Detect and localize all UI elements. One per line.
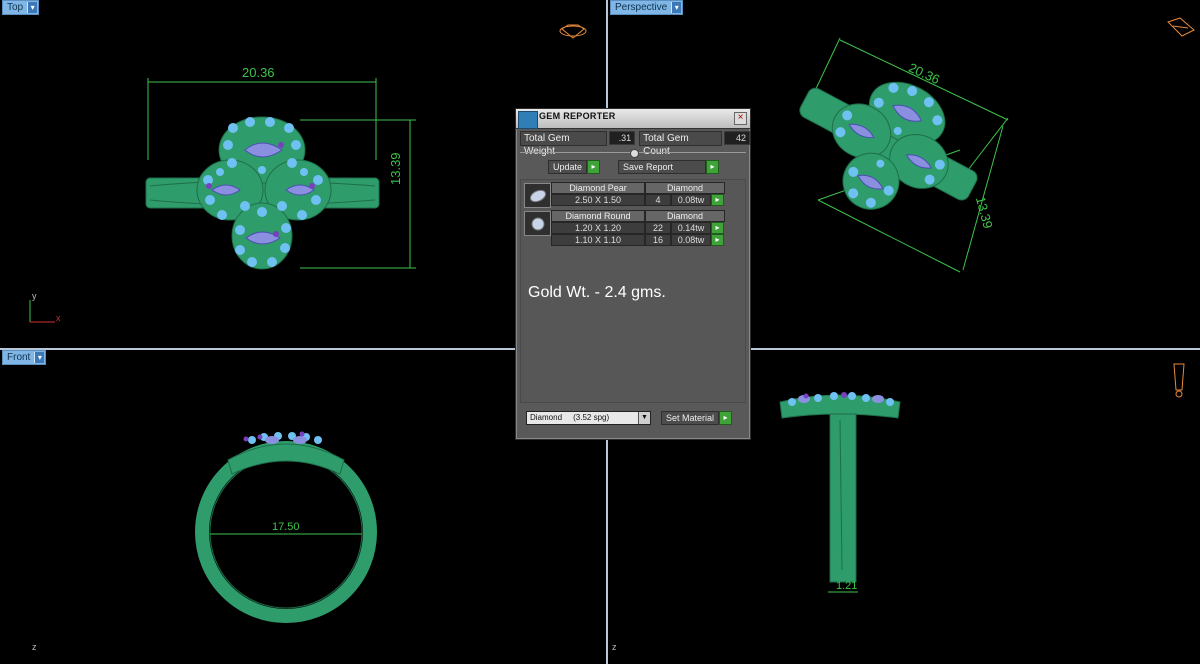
material-select-value: Diamond (3.52 spg) [530, 413, 610, 422]
axis-x-label: x [56, 313, 61, 323]
total-weight-value: .31 [609, 131, 636, 145]
size-slider[interactable] [520, 149, 746, 158]
axis-y-label: y [32, 291, 37, 301]
dim-width-label: 20.36 [242, 65, 275, 80]
gem-reporter-logo-icon [518, 111, 538, 129]
gem-count: 16 [645, 234, 671, 246]
round-gem-icon [524, 211, 551, 236]
close-icon[interactable]: × [734, 112, 747, 125]
gem-row: 1.10 X 1.10 16 0.08tw ▸ [551, 234, 724, 246]
gem-size: 2.50 X 1.50 [551, 194, 645, 206]
gold-weight-note: Gold Wt. - 2.4 gms. [528, 284, 666, 301]
gem-shape: Diamond Round [551, 210, 645, 222]
gem-row-go-icon[interactable]: ▸ [711, 222, 724, 234]
view-cube-icon [1167, 17, 1195, 37]
slider-handle[interactable] [630, 149, 639, 158]
total-count-value: 42 [724, 131, 750, 145]
chevron-down-icon[interactable]: ▼ [638, 412, 650, 424]
axis-indicator [29, 300, 55, 323]
set-material-button[interactable]: Set Material [661, 411, 720, 425]
ring-perspective [799, 81, 978, 210]
gem-weight: 0.14tw [671, 222, 711, 234]
gem-row-go-icon[interactable]: ▸ [711, 234, 724, 246]
dim-inner-label: 17.50 [272, 521, 300, 533]
gem-count: 4 [645, 194, 671, 206]
panel-title: GEM REPORTER [539, 111, 616, 121]
save-report-go-icon[interactable]: ▸ [706, 159, 719, 174]
gem-weight: 0.08tw [671, 234, 711, 246]
view-cube-icon [559, 24, 587, 39]
view-orientation-icon [1173, 363, 1185, 398]
dim-height-label: 13.39 [388, 152, 403, 185]
gem-material: Diamond [645, 210, 725, 222]
material-row: Diamond (3.52 spg) ▼ Set Material ▸ [526, 411, 733, 425]
update-row: Update ▸ [548, 159, 601, 174]
total-count-label: Total Gem Count [639, 130, 723, 157]
gem-row: 2.50 X 1.50 4 0.08tw ▸ [551, 194, 724, 206]
update-button[interactable]: Update [548, 159, 588, 174]
material-select[interactable]: Diamond (3.52 spg) ▼ [526, 411, 651, 425]
gem-group-header: Diamond Pear Diamond [551, 182, 725, 194]
save-report-button[interactable]: Save Report [618, 159, 706, 174]
gem-row: 1.20 X 1.20 22 0.14tw ▸ [551, 222, 724, 234]
gem-reporter-panel[interactable]: GEM REPORTER × Total Gem Weight .31 Tota… [515, 108, 751, 440]
gem-weight: 0.08tw [671, 194, 711, 206]
save-row: Save Report ▸ [618, 159, 719, 174]
gem-size: 1.10 X 1.10 [551, 234, 645, 246]
axis-z-label: z [612, 642, 617, 652]
pear-gem-icon [524, 183, 551, 208]
update-go-icon[interactable]: ▸ [587, 159, 601, 174]
gem-group-header: Diamond Round Diamond [551, 210, 725, 222]
gem-material: Diamond [645, 182, 725, 194]
axis-z-label: z [32, 642, 37, 652]
gem-row-go-icon[interactable]: ▸ [711, 194, 724, 206]
panel-title-bar[interactable]: GEM REPORTER × [516, 109, 750, 129]
total-weight-label: Total Gem Weight [520, 130, 608, 157]
totals-row: Total Gem Weight .31 Total Gem Count 42 [520, 130, 750, 157]
set-material-go-icon[interactable]: ▸ [719, 411, 733, 425]
gem-count: 22 [645, 222, 671, 234]
gem-size: 1.20 X 1.20 [551, 222, 645, 234]
dim-bottom-label: 1.21 [836, 580, 858, 592]
gem-shape: Diamond Pear [551, 182, 645, 194]
